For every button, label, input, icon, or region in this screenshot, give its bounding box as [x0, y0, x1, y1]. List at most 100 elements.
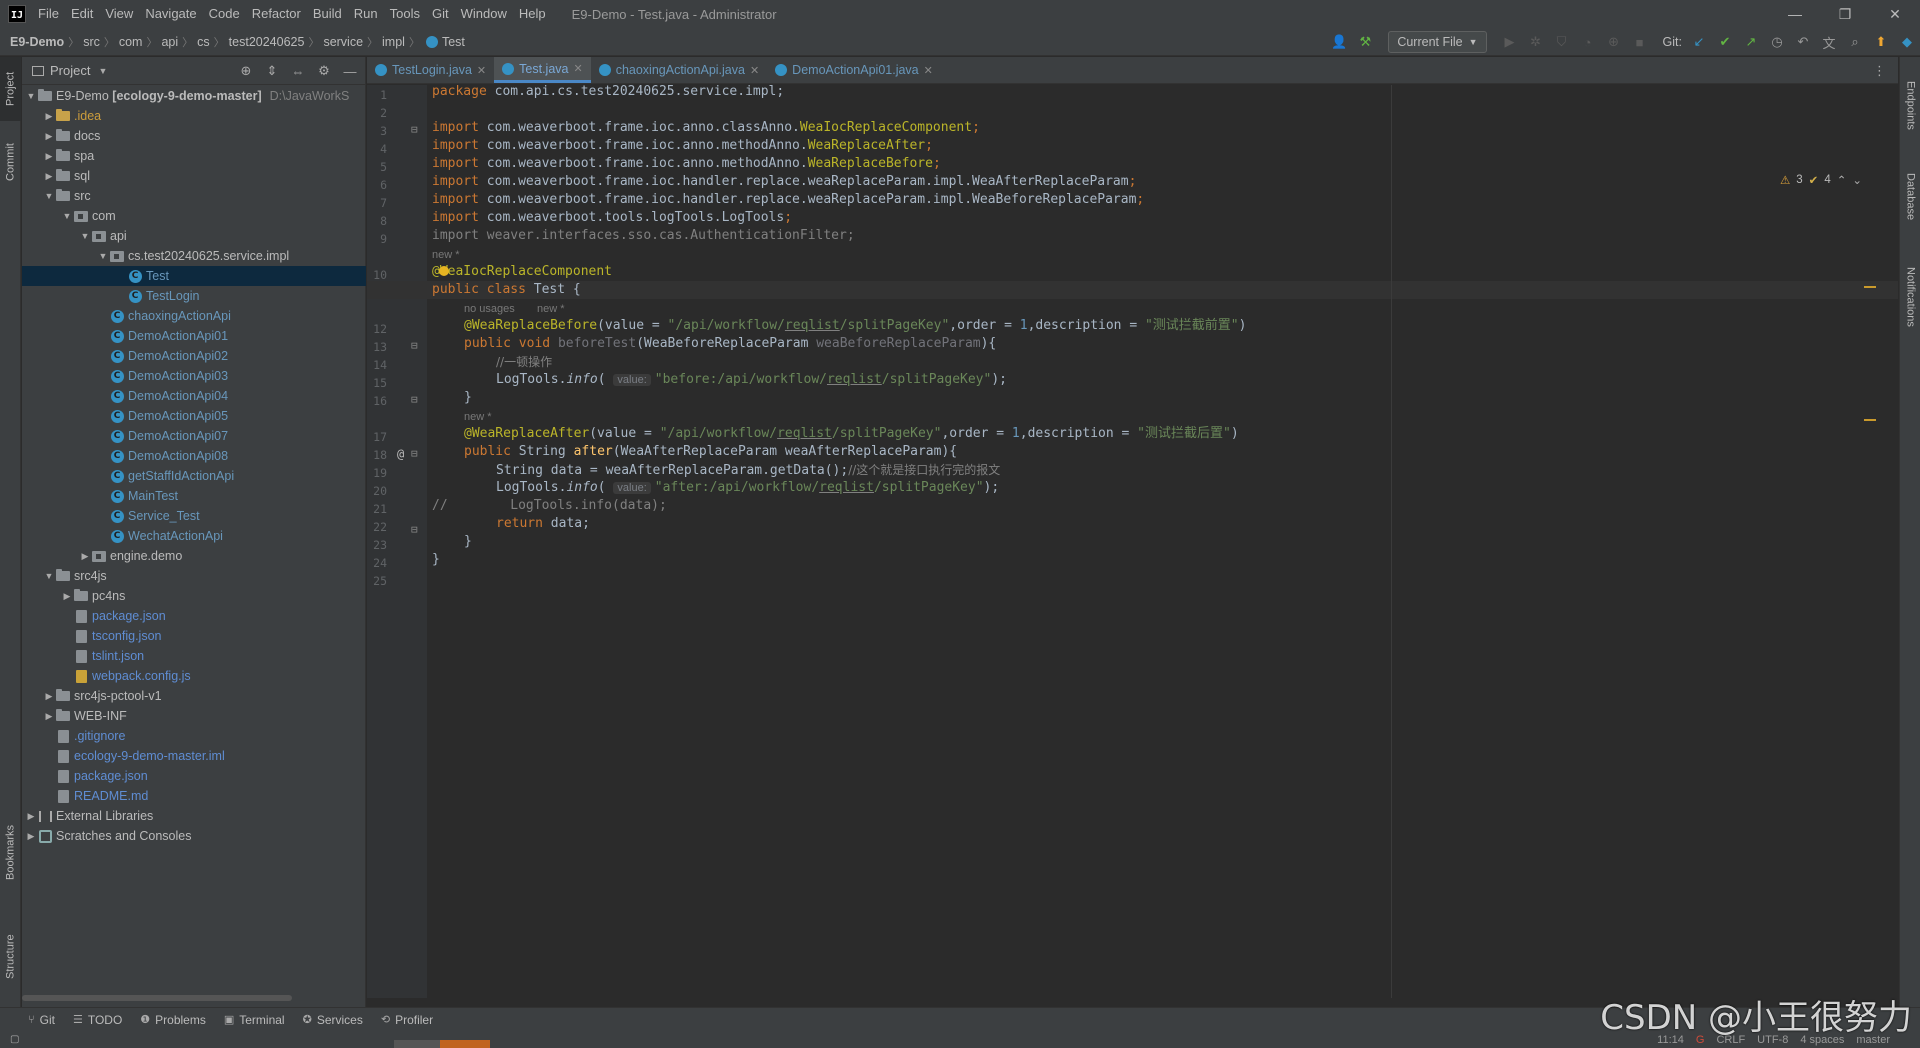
tool-problems[interactable]: ❶ Problems [140, 1013, 206, 1027]
line-number[interactable]: 23 [367, 538, 387, 552]
close-icon[interactable]: ✕ [924, 64, 933, 77]
git-commit-icon[interactable]: ✔ [1713, 30, 1737, 54]
translate-icon[interactable]: 文 [1817, 30, 1841, 54]
fold-icon[interactable]: ⊟ [411, 339, 418, 352]
usages-hint[interactable]: no usages [464, 303, 515, 315]
update-icon[interactable]: ⬆ [1869, 30, 1893, 54]
project-tree[interactable]: ▼ E9-Demo [ecology-9-demo-master] D:\Jav… [22, 86, 366, 846]
tool-tab-structure[interactable]: Structure [0, 917, 21, 997]
menu-code[interactable]: Code [203, 0, 246, 28]
tree-row[interactable]: C DemoActionApi07 [22, 426, 366, 446]
tool-todo[interactable]: ☰ TODO [73, 1013, 122, 1027]
line-number[interactable]: 19 [367, 466, 387, 480]
menu-build[interactable]: Build [307, 0, 348, 28]
collapse-all-icon[interactable]: ⇔ [289, 64, 307, 79]
breadcrumb-src[interactable]: src [83, 35, 100, 49]
line-number[interactable]: 21 [367, 502, 387, 516]
search-icon[interactable]: ⌕ [1843, 30, 1867, 54]
tree-row[interactable]: ▼ src [22, 186, 366, 206]
close-button[interactable]: ✕ [1870, 0, 1920, 28]
horizontal-scrollbar[interactable] [22, 995, 292, 1001]
line-number[interactable]: 10 [367, 268, 387, 282]
expand-all-icon[interactable]: ⇕ [263, 63, 281, 79]
tree-row[interactable]: C DemoActionApi05 [22, 406, 366, 426]
tree-row[interactable]: C Test [22, 266, 366, 286]
menu-view[interactable]: View [99, 0, 139, 28]
line-number[interactable]: 3 [367, 124, 387, 138]
chevron-up-icon[interactable]: ⌃ [1837, 173, 1847, 187]
tree-row[interactable]: ▶ External Libraries [22, 806, 366, 826]
chevron-right-icon[interactable]: ▶ [42, 171, 56, 182]
tree-row[interactable]: ▶ engine.demo [22, 546, 366, 566]
line-number[interactable]: 7 [367, 196, 387, 210]
code-editor[interactable]: package com.api.cs.test20240625.service.… [367, 84, 1898, 998]
tree-row[interactable]: C DemoActionApi03 [22, 366, 366, 386]
tool-windows-toggle-icon[interactable]: ▢ [10, 1034, 19, 1045]
tree-row[interactable]: package.json [22, 606, 366, 626]
breadcrumb-test20240625[interactable]: test20240625 [229, 35, 305, 49]
tree-row[interactable]: C DemoActionApi04 [22, 386, 366, 406]
hide-panel-icon[interactable]: — [341, 64, 359, 79]
menu-edit[interactable]: Edit [65, 0, 99, 28]
line-number[interactable]: 22 [367, 520, 387, 534]
chevron-right-icon[interactable]: ▶ [24, 811, 38, 822]
breadcrumb-com[interactable]: com [119, 35, 143, 49]
tree-row[interactable]: C MainTest [22, 486, 366, 506]
tree-row[interactable]: ▼ src4js [22, 566, 366, 586]
tool-terminal[interactable]: ▣ Terminal [224, 1013, 285, 1027]
tree-row[interactable]: README.md [22, 786, 366, 806]
breadcrumb-cs[interactable]: cs [197, 35, 210, 49]
editor-gutter[interactable]: 1234567891011121314151617181920212223242… [367, 85, 427, 998]
run-icon[interactable]: ▶ [1498, 30, 1522, 54]
tree-root-row[interactable]: ▼ E9-Demo [ecology-9-demo-master] D:\Jav… [22, 86, 366, 106]
project-panel-title[interactable]: Project [50, 63, 90, 78]
chevron-down-icon[interactable]: ▼ [24, 91, 38, 101]
chevron-right-icon[interactable]: ▶ [42, 131, 56, 142]
more-run-icon[interactable]: ⊕ [1602, 30, 1626, 54]
tree-row[interactable]: tslint.json [22, 646, 366, 666]
menu-tools[interactable]: Tools [384, 0, 426, 28]
restore-button[interactable]: ❐ [1820, 0, 1870, 28]
fold-icon[interactable]: ⊟ [411, 447, 418, 460]
menu-refactor[interactable]: Refactor [246, 0, 307, 28]
menu-git[interactable]: Git [426, 0, 455, 28]
author-hint[interactable]: new * [432, 249, 460, 261]
rollback-icon[interactable]: ↶ [1791, 30, 1815, 54]
tree-row[interactable]: ▶ Scratches and Consoles [22, 826, 366, 846]
tool-tab-database[interactable]: Database [1900, 157, 1920, 237]
tree-row[interactable]: C WechatActionApi [22, 526, 366, 546]
warning-stripe-marker[interactable] [1864, 286, 1876, 288]
line-number[interactable]: 25 [367, 574, 387, 588]
tab-chaoxingactionapi-java[interactable]: chaoxingActionApi.java ✕ [591, 57, 767, 83]
lightbulb-icon[interactable] [439, 266, 449, 276]
warning-stripe-marker[interactable] [1864, 419, 1876, 421]
tree-row[interactable]: ▶ .idea [22, 106, 366, 126]
locate-file-icon[interactable]: ⊕ [237, 63, 255, 79]
close-icon[interactable]: ✕ [573, 62, 582, 75]
line-number[interactable]: 1 [367, 88, 387, 102]
chevron-right-icon[interactable]: ▶ [42, 111, 56, 122]
build-hammer-icon[interactable]: ⚒ [1353, 30, 1377, 54]
breadcrumb-test-class[interactable]: Test [442, 35, 465, 49]
close-icon[interactable]: ✕ [477, 64, 486, 77]
chevron-down-icon[interactable]: ▼ [60, 211, 74, 221]
tree-row[interactable]: package.json [22, 766, 366, 786]
history-icon[interactable]: ◷ [1765, 30, 1789, 54]
inspection-widget[interactable]: ⚠ 3 ✔ 4 ⌃ ⌄ [1780, 173, 1862, 187]
tree-row[interactable]: ▶ pc4ns [22, 586, 366, 606]
chevron-right-icon[interactable]: ▶ [24, 831, 38, 842]
run-configuration-select[interactable]: Current File ▼ [1388, 31, 1487, 53]
plugin-icon[interactable]: ◆ [1895, 30, 1919, 54]
chevron-right-icon[interactable]: ▶ [42, 151, 56, 162]
tree-row[interactable]: C TestLogin [22, 286, 366, 306]
line-number[interactable]: 17 [367, 430, 387, 444]
author-hint[interactable]: new * [464, 411, 492, 423]
chevron-down-icon[interactable]: ▼ [42, 571, 56, 581]
line-number[interactable]: 8 [367, 214, 387, 228]
tool-git[interactable]: ⑂ Git [28, 1013, 55, 1027]
chevron-down-icon[interactable]: ⌄ [1852, 173, 1862, 187]
line-number[interactable]: 13 [367, 340, 387, 354]
line-number[interactable]: 15 [367, 376, 387, 390]
menu-help[interactable]: Help [513, 0, 552, 28]
menu-window[interactable]: Window [455, 0, 513, 28]
